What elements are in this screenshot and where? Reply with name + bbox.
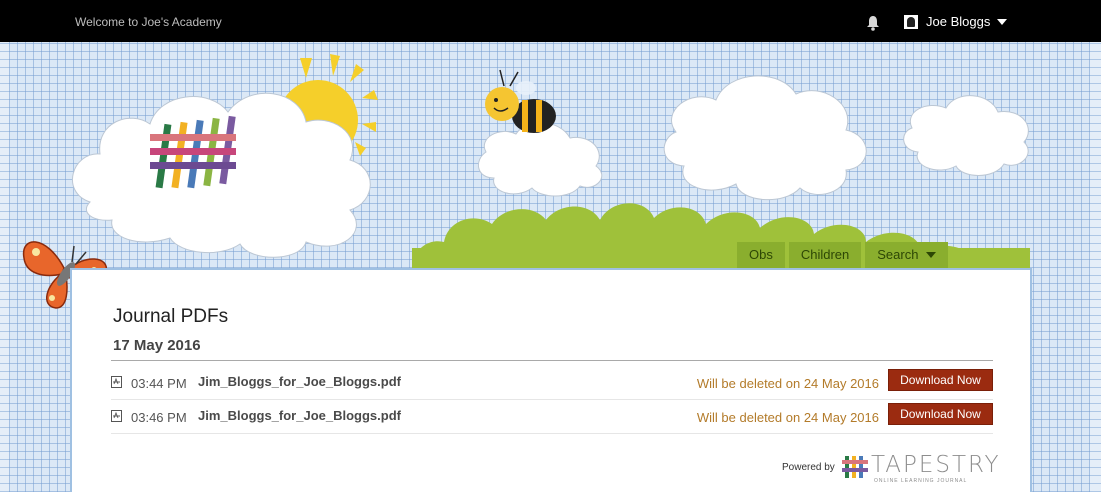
download-button[interactable]: Download Now — [888, 403, 993, 425]
deletion-notice: Will be deleted on 24 May 2016 — [696, 410, 879, 425]
powered-by-text: Powered by — [782, 462, 835, 473]
cloud-right-2 — [903, 95, 1029, 176]
tapestry-logo-icon — [842, 456, 868, 478]
user-name: Joe Bloggs — [926, 14, 991, 29]
welcome-text: Welcome to Joe's Academy — [75, 15, 222, 29]
user-menu[interactable]: Joe Bloggs — [904, 14, 1008, 29]
caret-down-icon — [926, 252, 937, 258]
pdf-time: 03:44 PM — [131, 376, 187, 391]
pdf-filename: Jim_Bloggs_for_Joe_Bloggs.pdf — [198, 408, 401, 423]
tapestry-brand: TAPESTRY — [871, 452, 1001, 478]
pdf-row: 03:44 PM Jim_Bloggs_for_Joe_Bloggs.pdf W… — [111, 366, 993, 400]
pdf-filename: Jim_Bloggs_for_Joe_Bloggs.pdf — [198, 374, 401, 389]
pdf-file-icon — [111, 376, 122, 388]
pdf-time: 03:46 PM — [131, 410, 187, 425]
cloud-right-1 — [663, 75, 867, 201]
bee-illustration — [485, 69, 556, 133]
nav-search-label: Search — [877, 247, 919, 262]
nav-children[interactable]: Children — [788, 242, 862, 268]
user-icon — [904, 14, 918, 29]
pdf-row: 03:46 PM Jim_Bloggs_for_Joe_Bloggs.pdf W… — [111, 400, 993, 434]
cloud-small — [478, 121, 603, 197]
divider — [111, 360, 993, 361]
nav-obs[interactable]: Obs — [737, 242, 785, 268]
row-divider — [111, 433, 993, 434]
download-button[interactable]: Download Now — [888, 369, 993, 391]
nav-search[interactable]: Search — [865, 242, 949, 268]
page-title: Journal PDFs — [113, 306, 229, 327]
caret-down-icon — [997, 18, 1008, 25]
deletion-notice: Will be deleted on 24 May 2016 — [696, 376, 879, 391]
pdf-file-icon — [111, 410, 122, 422]
date-heading: 17 May 2016 — [113, 337, 201, 354]
bell-icon[interactable] — [866, 15, 880, 31]
main-nav: Obs Children Search — [737, 242, 949, 268]
tapestry-tagline: ONLINE LEARNING JOURNAL — [874, 478, 968, 484]
